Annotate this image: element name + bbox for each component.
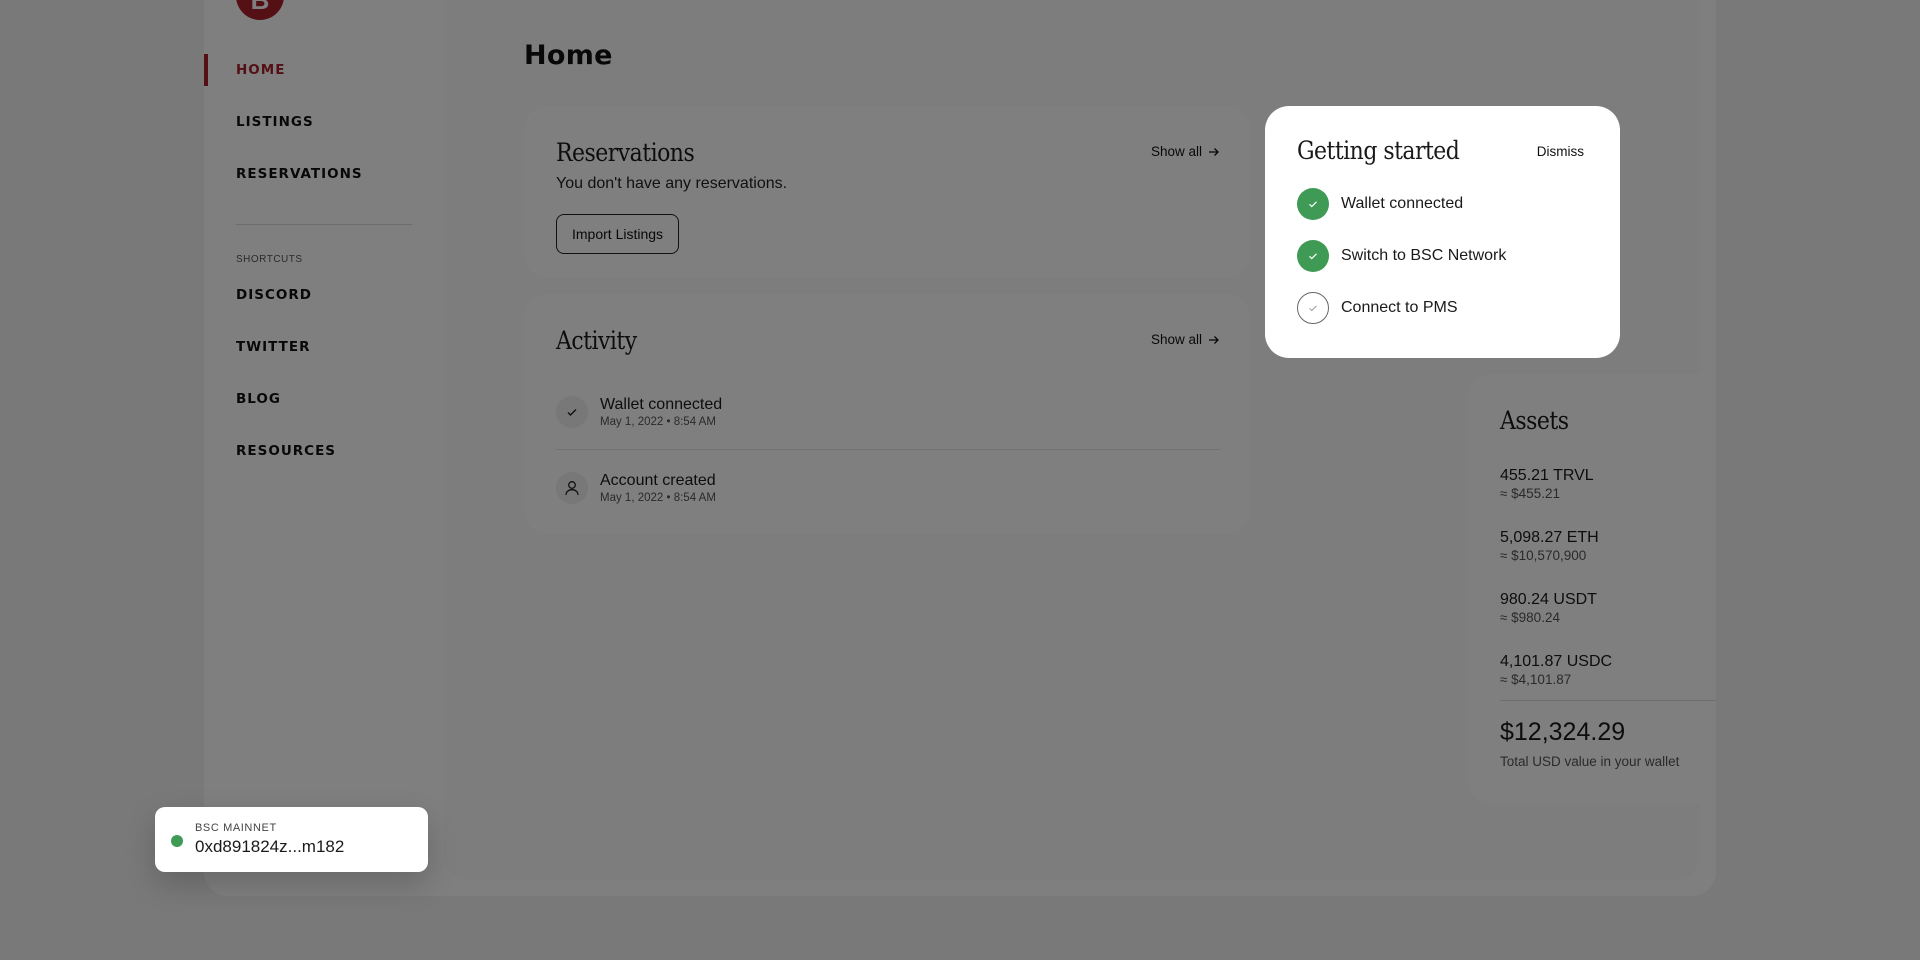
onboarding-step[interactable]: Connect to PMS — [1297, 292, 1458, 324]
show-all-label: Show all — [1150, 144, 1202, 159]
sidebar-item-listings[interactable]: LISTINGS — [204, 96, 444, 148]
activity-item-time: May 1, 2022 • 8:54 AM — [600, 415, 716, 428]
arrow-right-icon — [1209, 147, 1219, 156]
sidebar-item-discord[interactable]: DISCORD — [204, 269, 444, 321]
step-label: Wallet connected — [1341, 195, 1464, 212]
asset-usd-value: ≈ $455.21 — [1500, 486, 1560, 501]
network-name: BSC MAINNET — [195, 822, 277, 834]
step-label: Switch to BSC Network — [1341, 247, 1507, 264]
sidebar: B HOME LISTINGS RESERVATIONS SHORTCUTS D… — [204, 0, 444, 896]
activity-item-title: Wallet connected — [600, 395, 723, 413]
assets-card: Assets 455.21 TRVL ≈ $455.21 5,098.27 ET… — [1468, 374, 1716, 804]
reservations-title: Reservations — [556, 138, 695, 167]
user-icon — [556, 472, 588, 504]
sidebar-item-resources[interactable]: RESOURCES — [204, 425, 444, 477]
assets-title: Assets — [1500, 406, 1569, 435]
total-usd-label: Total USD value in your wallet — [1500, 754, 1680, 769]
asset-usd-value: ≈ $4,101.87 — [1500, 672, 1572, 687]
onboarding-step[interactable]: Wallet connected — [1297, 188, 1463, 220]
sidebar-item-blog[interactable]: BLOG — [204, 373, 444, 425]
step-label: Connect to PMS — [1341, 299, 1458, 316]
reservations-card: Reservations Show all You don't have any… — [524, 106, 1250, 278]
onboarding-step[interactable]: Switch to BSC Network — [1297, 240, 1506, 272]
nav-divider — [236, 224, 412, 225]
reservations-empty-text: You don't have any reservations. — [556, 175, 788, 192]
logo-letter: B — [250, 0, 270, 15]
network-status-dot — [171, 835, 183, 847]
shortcuts-label: SHORTCUTS — [236, 253, 303, 265]
asset-row: 5,098.27 ETH ≈ $10,570,900 — [1500, 518, 1716, 574]
getting-started-title: Getting started — [1297, 136, 1460, 165]
asset-amount: 455.21 TRVL — [1500, 467, 1594, 484]
sidebar-item-twitter[interactable]: TWITTER — [204, 321, 444, 373]
activity-item: Account created May 1, 2022 • 8:54 AM — [556, 450, 1220, 526]
wallet-status-chip[interactable]: BSC MAINNET 0xd891824z...m182 — [155, 807, 428, 872]
asset-usd-value: ≈ $10,570,900 — [1500, 548, 1587, 563]
total-usd-value: $12,324.29 — [1500, 718, 1626, 746]
page-title: Home — [524, 40, 613, 71]
check-circle-icon — [1297, 240, 1329, 272]
activity-item-time: May 1, 2022 • 8:54 AM — [600, 492, 716, 504]
asset-amount: 980.24 USDT — [1500, 591, 1597, 608]
activity-show-all-link[interactable]: Show all — [1151, 332, 1220, 347]
asset-amount: 5,098.27 ETH — [1500, 529, 1599, 546]
asset-row: 455.21 TRVL ≈ $455.21 — [1500, 456, 1716, 512]
asset-row: 4,101.87 USDC ≈ $4,101.87 $ — [1500, 642, 1716, 698]
getting-started-popup: Getting started Dismiss Wallet connected… — [1265, 106, 1620, 358]
sidebar-item-home[interactable]: HOME — [204, 44, 444, 96]
arrow-right-icon — [1209, 335, 1219, 344]
sidebar-item-reservations[interactable]: RESERVATIONS — [204, 148, 444, 200]
activity-item-title: Account created — [600, 472, 716, 489]
brand-logo[interactable]: B — [236, 0, 284, 20]
show-all-label: Show all — [1150, 332, 1202, 347]
wallet-address: 0xd891824z...m182 — [195, 837, 345, 856]
check-outline-icon — [1297, 292, 1329, 324]
check-icon — [556, 395, 588, 428]
activity-card: Activity Show all Wallet connected May 1… — [524, 294, 1250, 534]
activity-title: Activity — [556, 326, 637, 355]
reservations-show-all-link[interactable]: Show all — [1151, 144, 1220, 159]
assets-divider — [1500, 700, 1716, 701]
activity-item: Wallet connected May 1, 2022 • 8:54 AM — [556, 374, 1220, 450]
check-circle-icon — [1297, 188, 1329, 220]
asset-amount: 4,101.87 USDC — [1500, 653, 1613, 670]
import-listings-button[interactable]: Import Listings — [556, 214, 680, 254]
sidebar-nav: HOME LISTINGS RESERVATIONS SHORTCUTS DIS… — [204, 44, 444, 477]
dismiss-button[interactable]: Dismiss — [1537, 144, 1584, 159]
asset-row: 980.24 USDT ≈ $980.24 — [1500, 580, 1716, 636]
asset-usd-value: ≈ $980.24 — [1500, 610, 1560, 625]
